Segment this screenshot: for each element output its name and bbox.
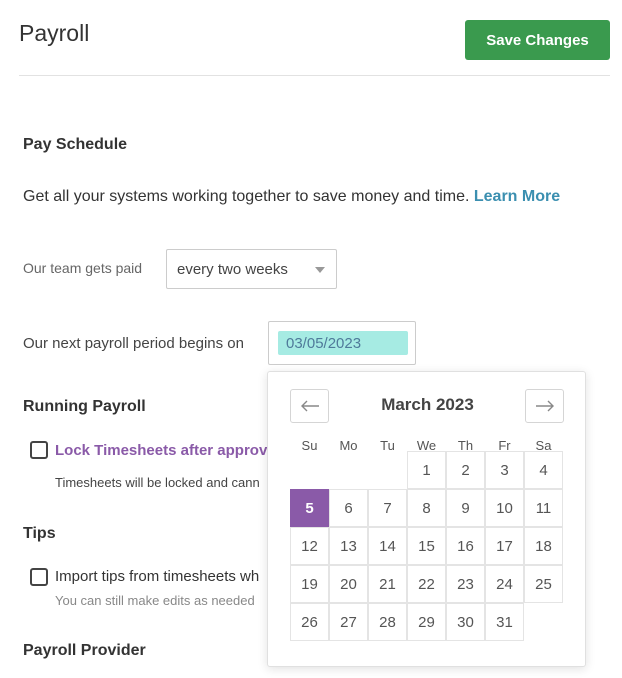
running-payroll-heading: Running Payroll [23, 398, 146, 415]
calendar-day[interactable]: 29 [407, 603, 446, 641]
calendar-day[interactable]: 7 [368, 489, 407, 527]
weekday-header: Tu [380, 438, 395, 453]
lock-timesheets-checkbox[interactable] [30, 441, 48, 459]
lock-timesheets-label[interactable]: Lock Timesheets after approva [55, 442, 276, 459]
learn-more-link[interactable]: Learn More [474, 188, 560, 205]
calendar-day[interactable]: 10 [485, 489, 524, 527]
calendar-day[interactable]: 31 [485, 603, 524, 641]
pay-schedule-heading: Pay Schedule [23, 136, 128, 153]
calendar-day[interactable]: 12 [290, 527, 329, 565]
calendar-day[interactable]: 11 [524, 489, 563, 527]
calendar-day[interactable]: 6 [329, 489, 368, 527]
team-paid-label: Our team gets paid [23, 260, 143, 276]
intro-text: Get all your systems working together to… [23, 188, 474, 205]
weekday-header: Su [301, 438, 318, 453]
weekday-header: Mo [339, 438, 358, 453]
page-title: Payroll [19, 20, 90, 46]
lock-timesheets-description: Timesheets will be locked and cann [55, 475, 260, 490]
calendar-day[interactable]: 20 [329, 565, 368, 603]
import-tips-description: You can still make edits as needed [55, 593, 255, 608]
period-date-input[interactable] [278, 331, 408, 355]
calendar-day[interactable]: 2 [446, 451, 485, 489]
calendar-day[interactable]: 30 [446, 603, 485, 641]
calendar-day[interactable]: 26 [290, 603, 329, 641]
title-divider [19, 75, 610, 76]
calendar-day[interactable]: 27 [329, 603, 368, 641]
calendar-day[interactable]: 24 [485, 565, 524, 603]
chevron-down-icon [315, 267, 325, 273]
calendar-day[interactable]: 17 [485, 527, 524, 565]
import-tips-label[interactable]: Import tips from timesheets wh [55, 568, 259, 585]
calendar-day[interactable]: 22 [407, 565, 446, 603]
payroll-provider-heading: Payroll Provider [23, 642, 146, 659]
calendar-day[interactable]: 8 [407, 489, 446, 527]
calendar-day[interactable]: 3 [485, 451, 524, 489]
save-changes-button[interactable]: Save Changes [465, 20, 610, 60]
date-picker-popup: March 2023 Su Mo Tu We Th Fr Sa 1 2 3 4 5 6 7 8 9 10 11 12… [267, 371, 586, 667]
calendar-day-selected[interactable]: 5 [290, 489, 329, 527]
calendar-day[interactable]: 23 [446, 565, 485, 603]
calendar-day[interactable]: 4 [524, 451, 563, 489]
period-start-label: Our next payroll period begins on [23, 335, 244, 352]
calendar-day[interactable]: 15 [407, 527, 446, 565]
arrow-right-icon [535, 400, 554, 412]
calendar-day[interactable]: 14 [368, 527, 407, 565]
pay-frequency-value: every two weeks [177, 260, 288, 278]
period-date-field[interactable] [268, 321, 416, 365]
pay-frequency-select[interactable]: every two weeks [166, 249, 337, 289]
calendar-day[interactable]: 18 [524, 527, 563, 565]
calendar-day[interactable]: 25 [524, 565, 563, 603]
pay-schedule-intro: Get all your systems working together to… [23, 187, 583, 207]
calendar-day[interactable]: 21 [368, 565, 407, 603]
tips-heading: Tips [23, 525, 56, 542]
calendar-day[interactable]: 16 [446, 527, 485, 565]
calendar-day[interactable]: 28 [368, 603, 407, 641]
calendar-day[interactable]: 13 [329, 527, 368, 565]
calendar-day[interactable]: 19 [290, 565, 329, 603]
calendar-day[interactable]: 9 [446, 489, 485, 527]
import-tips-checkbox[interactable] [30, 568, 48, 586]
calendar-day[interactable]: 1 [407, 451, 446, 489]
next-month-button[interactable] [525, 389, 564, 423]
